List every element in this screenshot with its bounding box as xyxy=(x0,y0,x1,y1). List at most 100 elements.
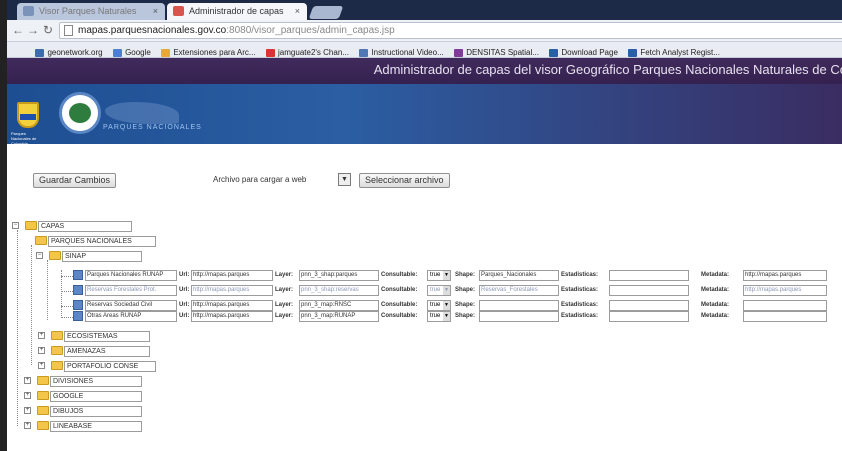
url-field[interactable]: http://mapas.parques xyxy=(191,300,273,311)
bookmark-icon xyxy=(161,49,171,57)
url-field[interactable]: http://mapas.parques xyxy=(191,270,273,281)
shape-field[interactable]: Reservas_Forestales xyxy=(479,285,559,296)
layer-icon xyxy=(73,311,83,321)
back-arrow-icon[interactable]: ← xyxy=(11,23,25,37)
bookmark-item[interactable]: Fetch Analyst Regist... xyxy=(628,45,720,57)
layer-label: Layer: xyxy=(275,313,294,319)
bookmark-item[interactable]: Extensiones para Arc... xyxy=(161,45,256,57)
bookmark-item[interactable]: DENSITAS Spatial... xyxy=(454,45,539,57)
layer-icon xyxy=(73,270,83,280)
browser-window: Visor Parques Naturales × Administrador … xyxy=(0,0,842,451)
shape-label: Shape: xyxy=(455,287,476,293)
layer-icon xyxy=(73,285,83,295)
logo-text: PARQUES NACIONALES xyxy=(103,124,202,131)
close-tab-icon[interactable]: × xyxy=(295,3,300,19)
address-bar[interactable]: mapas.parquesnacionales.gov.co:8080/viso… xyxy=(59,22,842,39)
select-file-button[interactable]: Seleccionar archivo xyxy=(359,173,450,188)
queryable-label: Consultable: xyxy=(381,302,418,308)
shape-label: Shape: xyxy=(455,302,476,308)
layer-name-field[interactable]: Reservas Forestales Prot. xyxy=(85,285,177,296)
layer-field[interactable]: pnn_3_shap:parques xyxy=(299,270,379,281)
collapse-toggle-icon[interactable]: − xyxy=(12,222,19,229)
close-tab-icon[interactable]: × xyxy=(153,3,158,19)
save-changes-button[interactable]: Guardar Cambios xyxy=(33,173,117,188)
expand-toggle-icon[interactable]: + xyxy=(24,377,31,384)
bookmark-icon xyxy=(113,49,123,57)
header-hero: Parques Nacionales de Colombia PARQUES N… xyxy=(7,84,842,146)
folder-icon xyxy=(25,221,37,230)
layer-name-field[interactable]: Otras Areas RUNAP xyxy=(85,311,177,322)
tab-visor[interactable]: Visor Parques Naturales × xyxy=(17,3,165,20)
bookmark-item[interactable]: jamguate2's Chan... xyxy=(266,45,349,57)
bookmark-icon xyxy=(35,49,45,57)
shape-field[interactable]: Parques_Nacionales xyxy=(479,270,559,281)
url-field[interactable]: http://mapas.parques xyxy=(191,285,273,296)
queryable-label: Consultable: xyxy=(381,272,418,278)
layer-name-field[interactable]: Reservas Sociedad Civil xyxy=(85,300,177,311)
reload-icon[interactable]: ↻ xyxy=(41,23,55,37)
queryable-select[interactable]: true ▼ xyxy=(427,270,451,281)
expand-toggle-icon[interactable]: + xyxy=(24,422,31,429)
statistics-label: Estadisticas: xyxy=(561,302,599,308)
bookmark-item[interactable]: Google xyxy=(113,45,151,57)
shield-caption: Parques Nacionales de Colombia xyxy=(11,131,37,146)
expand-toggle-icon[interactable]: + xyxy=(24,392,31,399)
forward-arrow-icon[interactable]: → xyxy=(26,23,40,37)
bookmark-icon xyxy=(549,49,559,57)
bookmark-item[interactable]: Download Page xyxy=(549,45,618,57)
url-path: :8080/visor_parques/admin_capas.jsp xyxy=(226,25,395,36)
folder-icon xyxy=(37,376,49,385)
queryable-label: Consultable: xyxy=(381,287,418,293)
expand-toggle-icon[interactable]: + xyxy=(38,362,45,369)
metadata-field[interactable] xyxy=(743,311,827,322)
queryable-select[interactable]: true ▼ xyxy=(427,300,451,311)
url-label: Url: xyxy=(179,302,190,308)
page-icon xyxy=(64,25,73,36)
bookmarks-bar: geonetwork.org Google Extensiones para A… xyxy=(7,42,842,58)
metadata-field[interactable] xyxy=(743,300,827,311)
expand-toggle-icon[interactable]: + xyxy=(24,407,31,414)
collapse-toggle-icon[interactable]: − xyxy=(36,252,43,259)
bookmark-icon xyxy=(454,49,464,57)
layer-name-field[interactable]: Parques Nacionales RUNAP xyxy=(85,270,177,281)
layer-field[interactable]: pnn_3_map:RNSC xyxy=(299,300,379,311)
statistics-field[interactable] xyxy=(609,300,689,311)
file-upload-select[interactable]: Archivo para cargar a web ▼ xyxy=(211,173,351,187)
url-field[interactable]: http://mapas.parques xyxy=(191,311,273,322)
bookmark-icon xyxy=(266,49,276,57)
shape-label: Shape: xyxy=(455,272,476,278)
expand-toggle-icon[interactable]: + xyxy=(38,332,45,339)
url-label: Url: xyxy=(179,313,190,319)
tab-strip: Visor Parques Naturales × Administrador … xyxy=(7,0,842,20)
layer-icon xyxy=(73,300,83,310)
shape-label: Shape: xyxy=(455,313,476,319)
bookmark-item[interactable]: geonetwork.org xyxy=(35,45,103,57)
shape-field[interactable] xyxy=(479,311,559,322)
chevron-down-icon: ▼ xyxy=(443,271,450,280)
statistics-field[interactable] xyxy=(609,285,689,296)
metadata-field[interactable]: http://mapas.parques xyxy=(743,285,827,296)
queryable-select[interactable]: true ▼ xyxy=(427,311,451,322)
bookmark-item[interactable]: Instructional Video... xyxy=(359,45,444,57)
tab-admin-capas[interactable]: Administrador de capas × xyxy=(167,3,307,20)
statistics-field[interactable] xyxy=(609,311,689,322)
statistics-label: Estadisticas: xyxy=(561,313,599,319)
url-host: mapas.parquesnacionales.gov.co xyxy=(78,25,227,36)
layer-field[interactable]: pnn_3_map:RUNAP xyxy=(299,311,379,322)
folder-icon xyxy=(49,251,61,260)
statistics-field[interactable] xyxy=(609,270,689,281)
statistics-label: Estadisticas: xyxy=(561,272,599,278)
page-title: Administrador de capas del visor Geográf… xyxy=(7,58,842,84)
expand-toggle-icon[interactable]: + xyxy=(38,347,45,354)
metadata-label: Metadata: xyxy=(701,313,730,319)
browser-toolbar: ← → ↻ mapas.parquesnacionales.gov.co:808… xyxy=(7,20,842,42)
bookmark-icon xyxy=(628,49,638,57)
shape-field[interactable] xyxy=(479,300,559,311)
layer-label: Layer: xyxy=(275,302,294,308)
new-tab-button[interactable] xyxy=(308,6,344,19)
page-favicon-icon xyxy=(173,6,184,16)
queryable-select[interactable]: true ▼ xyxy=(427,285,451,296)
metadata-field[interactable]: http://mapas.parques xyxy=(743,270,827,281)
folder-icon xyxy=(37,391,49,400)
layer-field[interactable]: pnn_3_shap:reservas xyxy=(299,285,379,296)
